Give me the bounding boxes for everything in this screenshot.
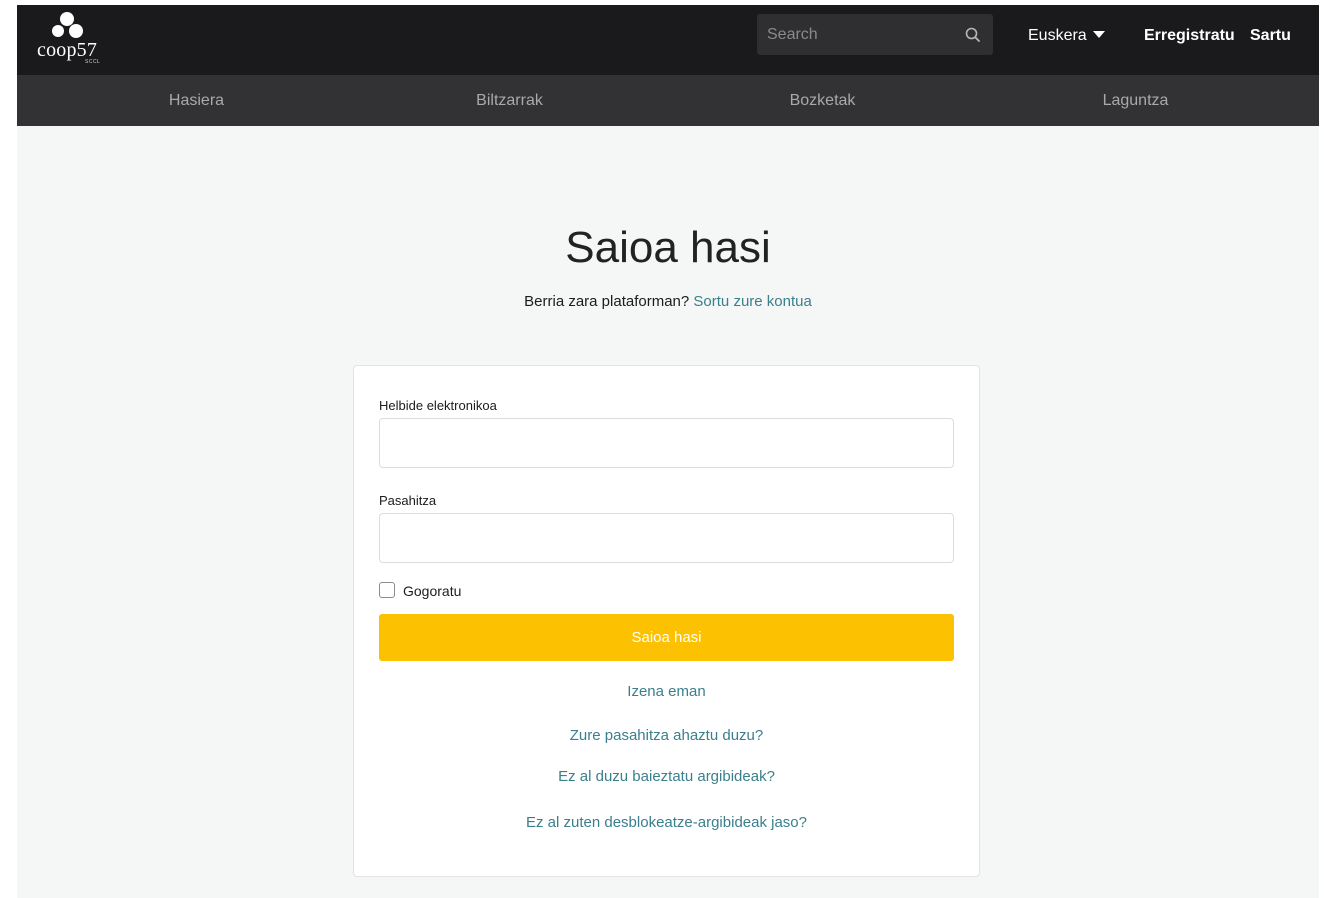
remember-label: Gogoratu (403, 583, 462, 599)
language-selector[interactable]: Euskera (1028, 25, 1105, 47)
nav-item-home[interactable]: Hasiera (34, 75, 359, 126)
nav-item-votes[interactable]: Bozketak (660, 75, 985, 126)
language-label: Euskera (1028, 27, 1087, 44)
coop57-logo-icon (52, 12, 83, 38)
forgot-password-link[interactable]: Zure pasahitza ahaztu duzu? (354, 726, 979, 746)
site-logo[interactable]: coop57 SCCL (37, 11, 101, 65)
search-input[interactable] (757, 14, 957, 55)
caret-down-icon (1092, 31, 1105, 39)
nav-item-help[interactable]: Laguntza (973, 75, 1298, 126)
search-box (757, 14, 993, 55)
register-link-card[interactable]: Izena eman (354, 682, 979, 702)
password-field[interactable] (379, 513, 954, 563)
email-label: Helbide elektronikoa (379, 398, 497, 413)
signup-prompt: Berria zara plataforman? Sortu zure kont… (17, 291, 1319, 313)
login-card: Helbide elektronikoa Pasahitza Gogoratu … (353, 365, 980, 877)
remember-me[interactable]: Gogoratu (379, 581, 461, 601)
top-header: coop57 SCCL Euskera Erregistratu Sartu (17, 5, 1319, 75)
signin-button[interactable]: Saioa hasi (379, 614, 954, 661)
logo-subtext: SCCL (85, 59, 101, 65)
register-link[interactable]: Erregistratu (1144, 25, 1235, 47)
search-icon[interactable] (961, 23, 985, 47)
app-window: coop57 SCCL Euskera Erregistratu Sartu H… (17, 5, 1319, 898)
nav-item-assemblies[interactable]: Biltzarrak (347, 75, 672, 126)
confirmation-instructions-link[interactable]: Ez al duzu baieztatu argibideak? (354, 767, 979, 787)
password-label: Pasahitza (379, 493, 437, 508)
unlock-instructions-link[interactable]: Ez al zuten desblokeatze-argibideak jaso… (354, 813, 979, 833)
signup-prompt-text: Berria zara plataforman? (524, 293, 690, 310)
page-title: Saioa hasi (565, 223, 771, 272)
main-nav: Hasiera Biltzarrak Bozketak Laguntza (17, 75, 1319, 126)
create-account-link[interactable]: Sortu zure kontua (693, 293, 811, 310)
remember-checkbox[interactable] (379, 582, 395, 599)
email-field[interactable] (379, 418, 954, 468)
signin-link[interactable]: Sartu (1250, 25, 1291, 47)
